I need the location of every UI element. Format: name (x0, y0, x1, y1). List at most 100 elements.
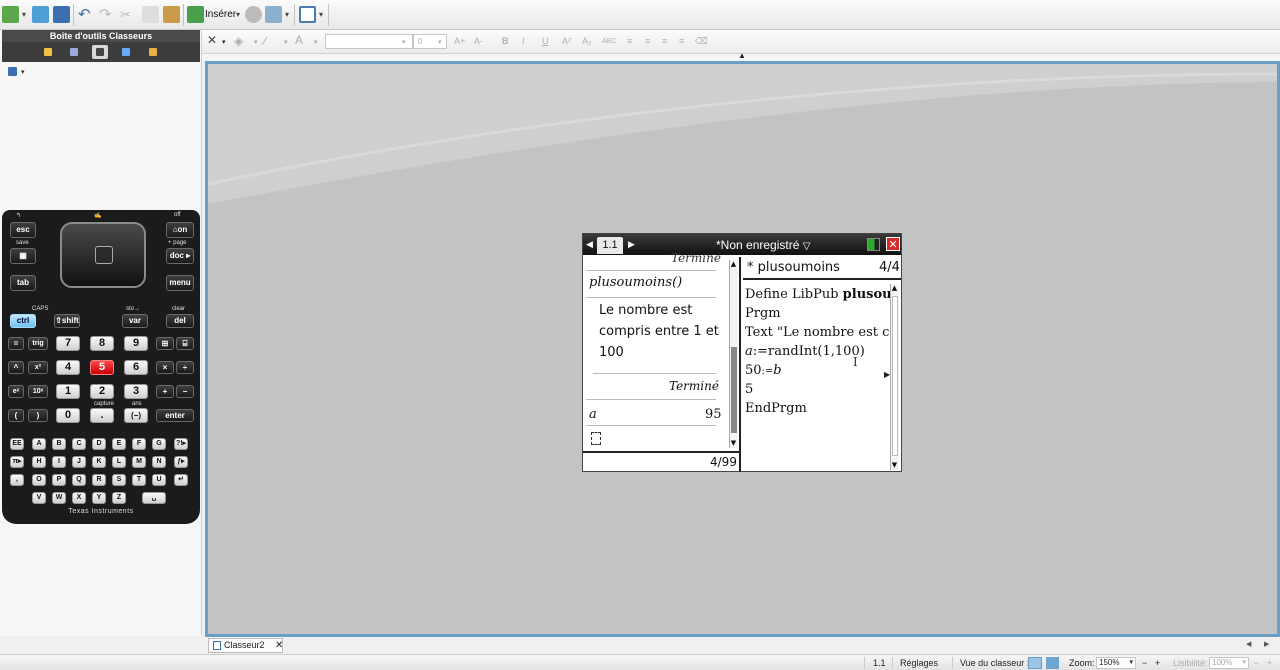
prev-page-icon[interactable]: ◀ (586, 239, 593, 250)
alpha-key[interactable]: M (132, 456, 146, 468)
alpha-key[interactable]: J (72, 456, 86, 468)
size-dropdown-icon[interactable]: ▾ (438, 38, 442, 46)
alpha-key[interactable]: S (112, 474, 126, 486)
zoom-out-icon[interactable]: − (1142, 658, 1147, 668)
code-line-4[interactable]: a:=randInt(1,100) (745, 344, 865, 359)
alpha-key[interactable]: V (32, 492, 46, 504)
italic-icon[interactable]: I (522, 36, 525, 46)
alpha-key[interactable]: A (32, 438, 46, 450)
layout-dropdown-arrow-icon[interactable]: ▾ (319, 10, 323, 19)
alpha-key[interactable]: ƒ▸ (174, 456, 188, 468)
code-line-6[interactable]: 5 (745, 382, 753, 397)
legibility-increase-icon[interactable]: + (1267, 658, 1272, 668)
title-dropdown-icon[interactable]: ▽ (803, 241, 811, 252)
equals-key[interactable]: = (8, 337, 24, 350)
calc-scroll-thumb[interactable] (731, 347, 737, 433)
cut-icon[interactable]: ✂ (120, 6, 137, 23)
alpha-key[interactable]: N (152, 456, 166, 468)
alpha-key[interactable]: W (52, 492, 66, 504)
scratchpad-key[interactable]: ▦ (10, 248, 36, 264)
line-color-icon[interactable]: ∕ (264, 34, 278, 48)
emulator-device-icon[interactable] (8, 67, 17, 76)
alpha-key[interactable]: X (72, 492, 86, 504)
alpha-key[interactable]: O (32, 474, 46, 486)
text-color-icon[interactable]: A (295, 33, 309, 47)
tab-scroll-right-icon[interactable]: ▶ (1264, 640, 1269, 648)
text-color-dropdown-icon[interactable]: ▾ (314, 38, 318, 46)
insert-dropdown-arrow-icon[interactable]: ▾ (236, 10, 240, 19)
copy-icon[interactable] (142, 6, 159, 23)
tab-key[interactable]: tab (10, 275, 36, 291)
legibility-decrease-icon[interactable]: − (1254, 658, 1259, 668)
tools-dropdown-icon[interactable]: ▾ (222, 38, 226, 46)
power-key[interactable]: ^ (8, 361, 24, 374)
new-document-icon[interactable] (2, 6, 19, 23)
doc-key[interactable]: doc ▸ (166, 248, 194, 264)
var-key[interactable]: var (122, 314, 148, 328)
calculator-icon[interactable] (245, 6, 262, 23)
alpha-key[interactable]: K (92, 456, 106, 468)
history-entry-var[interactable]: a (589, 407, 597, 422)
alpha-key[interactable]: Z (112, 492, 126, 504)
utilities-tab-icon[interactable] (145, 45, 161, 59)
align-right-icon[interactable]: ≡ (662, 36, 667, 46)
document-tab[interactable]: Classeur2 ✕ (208, 638, 283, 653)
paste-icon[interactable] (163, 6, 180, 23)
key-5[interactable]: 5 (90, 360, 114, 375)
eraser-icon[interactable]: ⌫ (695, 36, 708, 47)
trig-key[interactable]: trig (28, 337, 48, 350)
subscript-icon[interactable]: A₂ (582, 36, 592, 46)
alpha-key[interactable]: P (52, 474, 66, 486)
key-0[interactable]: 0 (56, 408, 80, 423)
code-line-3[interactable]: Text "Le nombre est c (745, 325, 889, 340)
document-title[interactable]: *Non enregistré ▽ (716, 238, 810, 252)
key-7[interactable]: 7 (56, 336, 80, 351)
editor-scroll-thumb[interactable] (892, 296, 898, 456)
insert-menu-label[interactable]: Insérer (205, 9, 236, 20)
alpha-key[interactable]: EE (10, 438, 24, 450)
align-center-icon[interactable]: ≡ (645, 36, 650, 46)
code-line-7[interactable]: EndPrgm (745, 401, 807, 416)
ctrl-key[interactable]: ctrl (10, 314, 36, 328)
alpha-key[interactable]: U (152, 474, 166, 486)
computer-view-icon[interactable] (1046, 657, 1059, 669)
entry-line-input[interactable] (591, 432, 601, 445)
alpha-key[interactable]: R (92, 474, 106, 486)
next-page-icon[interactable]: ▶ (628, 239, 635, 250)
ten-power-key[interactable]: 10ˣ (28, 385, 48, 398)
page-sorter-tab-icon[interactable] (66, 45, 82, 59)
plus-key[interactable]: + (156, 385, 174, 398)
touchpad-click-icon[interactable] (95, 246, 113, 264)
close-tab-icon[interactable]: ✕ (275, 639, 283, 652)
alpha-key[interactable]: D (92, 438, 106, 450)
splitter-arrow-icon[interactable]: ▲ (738, 51, 746, 60)
alpha-key[interactable]: Y (92, 492, 106, 504)
touchpad[interactable] (60, 222, 146, 288)
zoom-in-icon[interactable]: + (1155, 658, 1160, 668)
page-layout-icon[interactable] (299, 6, 316, 23)
alpha-key[interactable]: G (152, 438, 166, 450)
alpha-key[interactable]: Q (72, 474, 86, 486)
font-dropdown-icon[interactable]: ▾ (402, 38, 406, 46)
editor-scroll-down-icon[interactable]: ▼ (890, 461, 899, 470)
alpha-key[interactable]: I (52, 456, 66, 468)
content-explorer-tab-icon[interactable] (118, 45, 134, 59)
multiply-key[interactable]: × (156, 361, 174, 374)
tools-icon[interactable]: ✕ (207, 34, 220, 47)
new-dropdown-arrow-icon[interactable]: ▾ (22, 10, 26, 19)
alpha-key[interactable]: H (32, 456, 46, 468)
alpha-key[interactable]: C (72, 438, 86, 450)
fill-dropdown-icon[interactable]: ▾ (254, 38, 258, 46)
alpha-key[interactable]: T (132, 474, 146, 486)
menu-key[interactable]: menu (166, 275, 194, 291)
square-key[interactable]: x² (28, 361, 48, 374)
esc-key[interactable]: esc (10, 222, 36, 238)
alpha-key[interactable]: ␣ (142, 492, 166, 504)
panel-splitter[interactable]: ▲ (202, 51, 1280, 61)
screen-capture-icon[interactable] (265, 6, 282, 23)
key-8[interactable]: 8 (90, 336, 114, 351)
history-entry-call[interactable]: plusoumoins() (589, 275, 682, 290)
template-key[interactable]: ⊞ (156, 337, 174, 350)
capture-dropdown-arrow-icon[interactable]: ▾ (285, 10, 289, 19)
close-icon[interactable]: ✕ (886, 237, 900, 251)
